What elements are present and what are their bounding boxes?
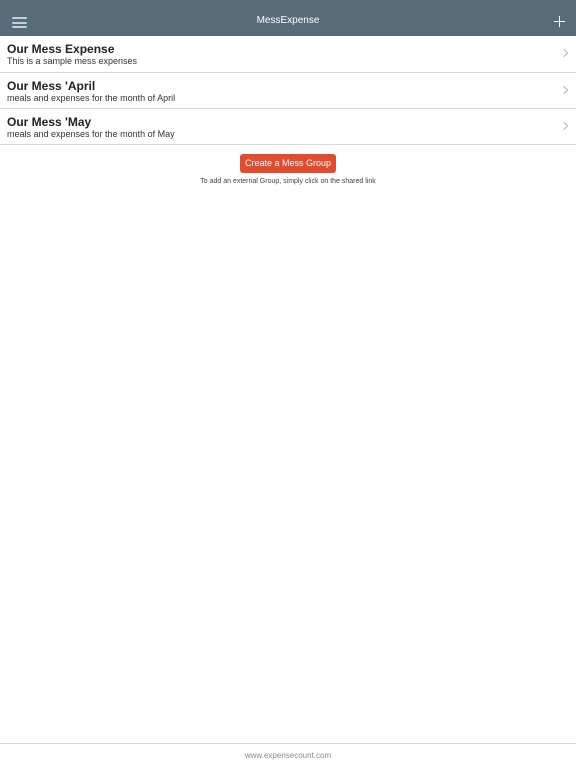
- list-item-title: Our Mess Expense: [7, 42, 115, 56]
- hamburger-menu-icon[interactable]: [12, 17, 27, 28]
- menu-line: [12, 26, 27, 28]
- list-item-our-mess-expense[interactable]: Our Mess Expense This is a sample mess e…: [0, 36, 576, 72]
- list-item-subtitle: meals and expenses for the month of Apri…: [7, 93, 176, 103]
- mess-group-list: Our Mess Expense This is a sample mess e…: [0, 36, 576, 145]
- list-item-our-mess-april[interactable]: Our Mess 'April meals and expenses for t…: [0, 72, 576, 108]
- list-item-title: Our Mess 'April: [7, 79, 96, 93]
- plus-icon[interactable]: [554, 16, 565, 27]
- chevron-right-icon: [559, 121, 569, 131]
- create-button-container: Create a Mess Group: [0, 153, 576, 173]
- footer-website: www.expensecount.com: [0, 743, 576, 768]
- list-item-our-mess-may[interactable]: Our Mess 'May meals and expenses for the…: [0, 108, 576, 144]
- app-screen: MessExpense Our Mess Expense This is a s…: [0, 0, 576, 768]
- chevron-right-icon: [559, 48, 569, 58]
- list-item-subtitle: meals and expenses for the month of May: [7, 129, 175, 139]
- list-item-title: Our Mess 'May: [7, 115, 92, 129]
- create-mess-group-button[interactable]: Create a Mess Group: [239, 154, 337, 173]
- page-title: MessExpense: [256, 14, 320, 26]
- external-group-hint: To add an external Group, simply click o…: [200, 178, 376, 185]
- navigation-bar: MessExpense: [0, 0, 576, 36]
- menu-line: [12, 17, 27, 19]
- menu-line: [12, 21, 27, 24]
- list-item-subtitle: This is a sample mess expenses: [7, 56, 138, 66]
- chevron-right-icon: [559, 85, 569, 95]
